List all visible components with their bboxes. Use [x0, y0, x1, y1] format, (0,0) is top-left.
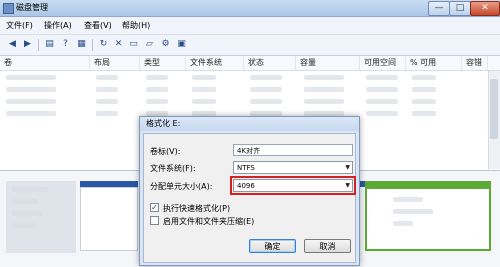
list-item: [366, 99, 398, 104]
disk-label-text: [12, 223, 36, 228]
list-item: [96, 99, 118, 104]
window-title: 磁盘管理: [16, 3, 48, 12]
explore-icon[interactable]: ▱: [144, 39, 155, 50]
list-item: [366, 87, 398, 92]
column-capacity[interactable]: 容量: [296, 56, 360, 70]
list-item: [192, 75, 216, 80]
column-free-space[interactable]: 可用空间: [360, 56, 406, 70]
refresh-icon[interactable]: ↻: [98, 39, 109, 50]
column-filesystem[interactable]: 文件系统: [186, 56, 244, 70]
disk-label-text: [12, 187, 48, 192]
list-item: [192, 99, 216, 104]
maximize-button[interactable]: □: [449, 1, 471, 16]
list-item: [250, 75, 282, 80]
filesystem-label: 文件系统(F):: [150, 164, 196, 173]
title-bar: 磁盘管理 — □ ✕: [0, 0, 500, 17]
list-item[interactable]: [6, 75, 56, 80]
toolbar: ◀ ▶ ▤ ? ▦ ↻ ✕ ▭ ▱ ⚙ ▣: [0, 35, 500, 56]
view-icon[interactable]: ▣: [176, 39, 187, 50]
column-type[interactable]: 类型: [140, 56, 186, 70]
menu-action[interactable]: 操作(A): [44, 20, 72, 31]
allocation-unit-value: 4096: [237, 182, 255, 190]
list-item: [250, 87, 282, 92]
menu-bar: 文件(F) 操作(A) 查看(V) 帮助(H): [0, 17, 500, 35]
allocation-unit-label: 分配单元大小(A):: [150, 182, 213, 191]
list-item[interactable]: [6, 87, 56, 92]
list-item: [192, 87, 216, 92]
toolbar-separator: [92, 39, 93, 51]
filesystem-value: NTFS: [237, 164, 255, 172]
settings-icon[interactable]: ⚙: [160, 39, 171, 50]
close-button[interactable]: ✕: [470, 1, 500, 16]
list-item: [146, 99, 168, 104]
list-item: [412, 99, 436, 104]
menu-file[interactable]: 文件(F): [6, 20, 33, 31]
back-icon[interactable]: ◀: [7, 39, 18, 50]
chevron-down-icon: ▼: [345, 164, 350, 171]
chevron-down-icon: ▼: [345, 182, 350, 189]
disk-label-text: [12, 211, 42, 216]
disk-label[interactable]: [6, 181, 76, 253]
list-item: [96, 75, 118, 80]
partition-text: [393, 197, 423, 202]
filesystem-select[interactable]: NTFS ▼: [233, 161, 353, 174]
forward-icon[interactable]: ▶: [22, 39, 33, 50]
list-item: [304, 75, 344, 80]
compression-label[interactable]: 启用文件和文件夹压缩(E): [163, 216, 254, 227]
column-percent-free[interactable]: % 可用: [406, 56, 462, 70]
column-volume[interactable]: 卷: [0, 56, 90, 70]
list-item: [96, 111, 118, 116]
volume-list-header: 卷 布局 类型 文件系统 状态 容量 可用空间 % 可用 容错: [0, 56, 500, 71]
delete-icon[interactable]: ✕: [113, 39, 124, 50]
selected-partition[interactable]: [365, 187, 491, 251]
quick-format-checkbox[interactable]: ✓: [150, 203, 159, 212]
list-item: [250, 99, 282, 104]
dialog-title: 格式化 E:: [140, 117, 359, 131]
list-item[interactable]: [6, 99, 56, 104]
list-item: [304, 87, 344, 92]
list-item: [304, 99, 344, 104]
properties-icon[interactable]: ▦: [76, 39, 87, 50]
column-fault-tolerance[interactable]: 容错: [462, 56, 488, 70]
minimize-button[interactable]: —: [428, 1, 450, 16]
allocation-unit-select[interactable]: 4096 ▼: [233, 179, 353, 192]
list-item: [96, 87, 118, 92]
vertical-scrollbar[interactable]: [488, 71, 500, 169]
list-item[interactable]: [6, 111, 56, 116]
compression-checkbox[interactable]: [150, 216, 159, 225]
partition-text: [393, 221, 413, 226]
quick-format-label[interactable]: 执行快速格式化(P): [163, 203, 230, 214]
list-item: [412, 87, 436, 92]
cancel-button[interactable]: 取消: [304, 239, 351, 253]
menu-view[interactable]: 查看(V): [84, 20, 112, 31]
partition[interactable]: [80, 187, 138, 251]
disk-label-text: [12, 199, 38, 204]
list-item: [146, 75, 168, 80]
list-icon[interactable]: ▤: [44, 39, 55, 50]
toolbar-separator: [38, 39, 39, 51]
volume-label-label: 卷标(V):: [150, 147, 181, 156]
help-icon[interactable]: ?: [60, 39, 71, 50]
volume-label-input[interactable]: 4K对齐: [233, 144, 353, 156]
partition-text: [393, 209, 433, 214]
list-item: [412, 111, 436, 116]
column-status[interactable]: 状态: [244, 56, 296, 70]
open-icon[interactable]: ▭: [128, 39, 139, 50]
list-item: [412, 75, 436, 80]
ok-button[interactable]: 确定: [249, 239, 296, 253]
disk-management-icon: [3, 3, 14, 14]
dialog-body: 卷标(V): 4K对齐 文件系统(F): NTFS ▼ 分配单元大小(A): 4…: [143, 133, 356, 263]
scrollbar-thumb[interactable]: [490, 79, 498, 139]
menu-help[interactable]: 帮助(H): [122, 20, 150, 31]
list-item: [146, 87, 168, 92]
list-item: [366, 111, 398, 116]
format-dialog: 格式化 E: 卷标(V): 4K对齐 文件系统(F): NTFS ▼ 分配单元大…: [139, 116, 360, 266]
column-layout[interactable]: 布局: [90, 56, 140, 70]
list-item: [366, 75, 398, 80]
